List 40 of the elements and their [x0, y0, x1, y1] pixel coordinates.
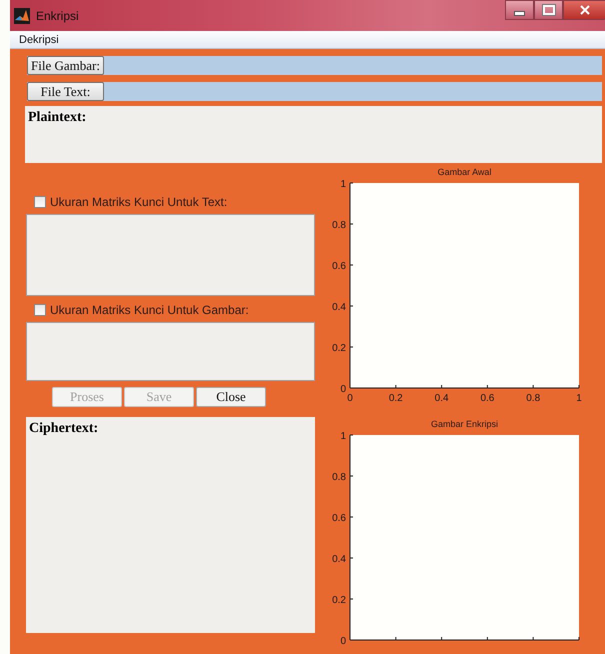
tick-label: 0.2: [332, 343, 346, 354]
action-button[interactable]: Close: [196, 387, 266, 407]
chart-title: Gambar Awal: [438, 167, 492, 177]
tick-label: 0.4: [332, 554, 346, 565]
tick-label: 0.6: [480, 393, 494, 401]
window-title: Enkripsi: [36, 8, 80, 22]
input-field[interactable]: [26, 322, 315, 381]
tick-label: 1: [576, 393, 582, 401]
tick-label: 0.2: [332, 595, 346, 606]
tick-label: 0.2: [388, 393, 403, 401]
tick-label: 0.6: [332, 513, 346, 524]
maximize-icon: [542, 5, 554, 15]
file-button[interactable]: File Gambar:: [27, 56, 104, 75]
chart-title: Gambar Enkripsi: [430, 419, 498, 429]
app-icon: [14, 8, 30, 24]
tick-label: 0.4: [434, 393, 449, 401]
checkbox[interactable]: [34, 304, 46, 316]
tick-label: 0.6: [332, 261, 346, 272]
tick-label: 0.4: [332, 302, 346, 313]
close-icon: [580, 5, 590, 15]
minimize-icon: [514, 10, 525, 16]
tick-label: 1: [340, 179, 346, 190]
tick-label: 0: [340, 384, 346, 395]
tick-label: 0.8: [526, 393, 540, 401]
close-button[interactable]: [563, 0, 605, 20]
panel-label: Plaintext:: [28, 110, 86, 125]
panel-label: Ciphertext:: [29, 421, 98, 436]
checkbox[interactable]: [34, 196, 46, 208]
tick-label: 1: [340, 431, 346, 442]
menu-item[interactable]: Dekripsi: [19, 34, 59, 46]
checkbox-label: Ukuran Matriks Kunci Untuk Gambar:: [50, 303, 249, 317]
minimize-button[interactable]: [505, 0, 534, 20]
input-field[interactable]: [26, 214, 315, 296]
tick-label: 0: [347, 393, 353, 401]
checkbox-label: Ukuran Matriks Kunci Untuk Text:: [50, 195, 228, 209]
file-button[interactable]: File Text:: [27, 82, 104, 101]
tick-label: 0.8: [332, 220, 346, 231]
tick-label: 0: [340, 636, 346, 647]
tick-label: 0.8: [332, 472, 346, 483]
maximize-button[interactable]: [534, 0, 563, 20]
